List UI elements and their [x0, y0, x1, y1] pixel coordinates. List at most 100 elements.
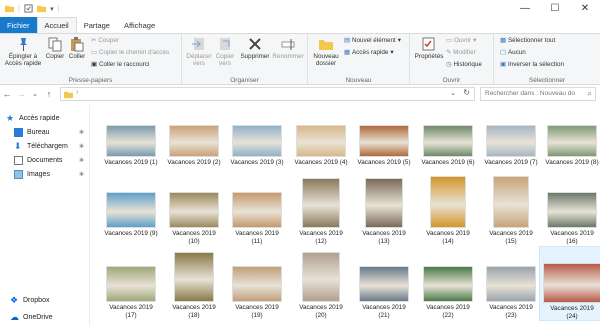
select-all-button[interactable]: ▦ Sélectionner tout: [500, 37, 555, 44]
tab-share[interactable]: Partage: [77, 17, 117, 33]
file-item[interactable]: Vacances 2019 (2): [161, 121, 227, 167]
file-item[interactable]: Vacances 2019 (5): [351, 121, 417, 167]
back-button[interactable]: ←: [0, 89, 14, 99]
delete-button[interactable]: Supprimer: [240, 36, 270, 60]
file-item[interactable]: Vacances 2019 (10): [161, 174, 227, 245]
nav-documents[interactable]: Documents ✱: [14, 156, 84, 165]
thumbnail-area: [478, 174, 544, 228]
file-item[interactable]: Vacances 2019 (7): [478, 121, 544, 167]
nav-downloads[interactable]: ⬇ Téléchargem ✱: [14, 142, 84, 151]
file-item[interactable]: Vacances 2019 (17): [98, 246, 164, 319]
image-thumbnail: [232, 125, 282, 157]
file-item[interactable]: Vacances 2019 (8): [539, 121, 600, 167]
file-item[interactable]: Vacances 2019 (14): [415, 174, 481, 245]
pin-icon: [20, 38, 27, 51]
copy-button[interactable]: Copier: [44, 36, 66, 60]
file-item[interactable]: Vacances 2019 (6): [415, 121, 481, 167]
nav-quick-label: Accès rapide: [19, 115, 60, 122]
group-new: Nouveau dossier ▤ Nouvel élément ▾ ▦ Accès …: [308, 34, 410, 85]
recent-dropdown[interactable]: ⌄: [28, 90, 42, 98]
file-name-line1: Vacances 2019: [235, 304, 279, 311]
close-button[interactable]: ✕: [570, 0, 600, 17]
properties-icon[interactable]: [24, 4, 33, 13]
file-item[interactable]: Vacances 2019 (15): [478, 174, 544, 245]
thumbnail-area: [288, 174, 354, 228]
file-item[interactable]: Vacances 2019 (23): [478, 246, 544, 319]
nav-quick-access[interactable]: ★ Accès rapide: [6, 114, 76, 123]
select-all-label: Sélectionner tout: [507, 37, 556, 44]
chevron-down-icon[interactable]: ▾: [50, 5, 54, 13]
history-icon: ◷: [446, 61, 452, 68]
file-item[interactable]: Vacances 2019 (20): [288, 246, 354, 319]
tab-home[interactable]: Accueil: [36, 17, 77, 33]
new-folder-button[interactable]: Nouveau dossier: [312, 36, 340, 67]
file-item[interactable]: Vacances 2019 (13): [351, 174, 417, 245]
pin-button[interactable]: Épingler à Accès rapide: [4, 36, 42, 67]
download-icon: ⬇: [14, 141, 22, 151]
nav-images[interactable]: Images ✱: [14, 170, 84, 179]
new-item-button[interactable]: ▤ Nouvel élément ▾: [344, 37, 401, 44]
file-item[interactable]: Vacances 2019 (19): [224, 246, 290, 319]
file-name: Vacances 2019 (5): [351, 159, 417, 167]
minimize-button[interactable]: —: [510, 0, 540, 17]
up-button[interactable]: ↑: [42, 89, 56, 99]
file-item[interactable]: Vacances 2019 (12): [288, 174, 354, 245]
nav-desktop[interactable]: Bureau ✱: [14, 128, 84, 137]
file-item[interactable]: Vacances 2019 (1): [98, 121, 164, 167]
maximize-button[interactable]: ☐: [540, 0, 570, 17]
nav-dropbox[interactable]: ❖ Dropbox: [10, 296, 80, 305]
move-to-button[interactable]: Déplacer vers: [186, 36, 212, 67]
forward-button[interactable]: →: [14, 89, 28, 99]
new-folder-icon[interactable]: [37, 4, 47, 13]
open-button[interactable]: ▭ Ouvrir ▾: [446, 37, 476, 44]
nav-onedrive[interactable]: ☁ OneDrive: [10, 313, 80, 322]
rename-button[interactable]: Renommer: [272, 36, 304, 60]
image-thumbnail: [359, 266, 409, 302]
file-item[interactable]: Vacances 2019 (22): [415, 246, 481, 319]
group-select: ▦ Sélectionner tout ▢ Aucun ▣ Inverser la s…: [494, 34, 600, 85]
file-item[interactable]: Vacances 2019 (24): [539, 246, 600, 321]
file-name: Vacances 2019 (22): [415, 304, 481, 319]
file-item[interactable]: Vacances 2019 (9): [98, 174, 164, 238]
chevron-down-icon[interactable]: ⌄: [450, 89, 456, 97]
file-item[interactable]: Vacances 2019 (18): [161, 246, 227, 319]
tab-view[interactable]: Affichage: [117, 17, 162, 33]
address-input[interactable]: › ⌄ ↻: [60, 87, 475, 101]
file-name-line1: Vacances 2019 (8): [545, 159, 599, 166]
paste-button[interactable]: Coller: [66, 36, 88, 60]
image-thumbnail: [232, 266, 282, 302]
file-name-line1: Vacances 2019: [109, 304, 153, 311]
select-none-button[interactable]: ▢ Aucun: [500, 49, 526, 56]
invert-selection-button[interactable]: ▣ Inverser la sélection: [500, 61, 564, 68]
file-item[interactable]: Vacances 2019 (4): [288, 121, 354, 167]
image-thumbnail: [174, 252, 214, 302]
copy-path-button[interactable]: ▭ Copier le chemin d'accès: [91, 49, 169, 56]
file-name-line1: Vacances 2019: [489, 230, 533, 237]
file-name: Vacances 2019 (7): [478, 159, 544, 167]
file-name-line2: (20): [315, 311, 327, 319]
properties-button[interactable]: Propriétés: [414, 36, 444, 60]
history-button[interactable]: ◷ Historique: [446, 61, 482, 68]
file-item[interactable]: Vacances 2019 (16): [539, 174, 600, 245]
easy-access-button[interactable]: ▦ Accès rapide ▾: [344, 49, 394, 56]
image-thumbnail: [169, 192, 219, 228]
tab-file[interactable]: Fichier: [0, 17, 37, 33]
copy-to-button[interactable]: Copier vers: [212, 36, 238, 67]
paste-label: Coller: [68, 53, 86, 60]
file-item[interactable]: Vacances 2019 (21): [351, 246, 417, 319]
refresh-icon[interactable]: ↻: [463, 88, 470, 97]
file-item[interactable]: Vacances 2019 (3): [224, 121, 290, 167]
file-name: Vacances 2019 (4): [288, 159, 354, 167]
edit-button[interactable]: ✎ Modifier: [446, 49, 476, 56]
file-item[interactable]: Vacances 2019 (11): [224, 174, 290, 245]
search-input[interactable]: Rechercher dans : Nouveau do ⌕: [480, 87, 596, 101]
file-name-line1: Vacances 2019: [550, 230, 594, 237]
file-name: Vacances 2019 (21): [351, 304, 417, 319]
paste-shortcut-button[interactable]: ▣ Coller le raccourci: [91, 61, 149, 68]
image-thumbnail: [547, 125, 597, 157]
file-name-line1: Vacances 2019: [362, 304, 406, 311]
thumbnail-area: [478, 246, 544, 302]
image-thumbnail: [430, 176, 466, 228]
cut-button[interactable]: ✂ Couper: [91, 37, 119, 44]
thumbnail-area: [161, 174, 227, 228]
